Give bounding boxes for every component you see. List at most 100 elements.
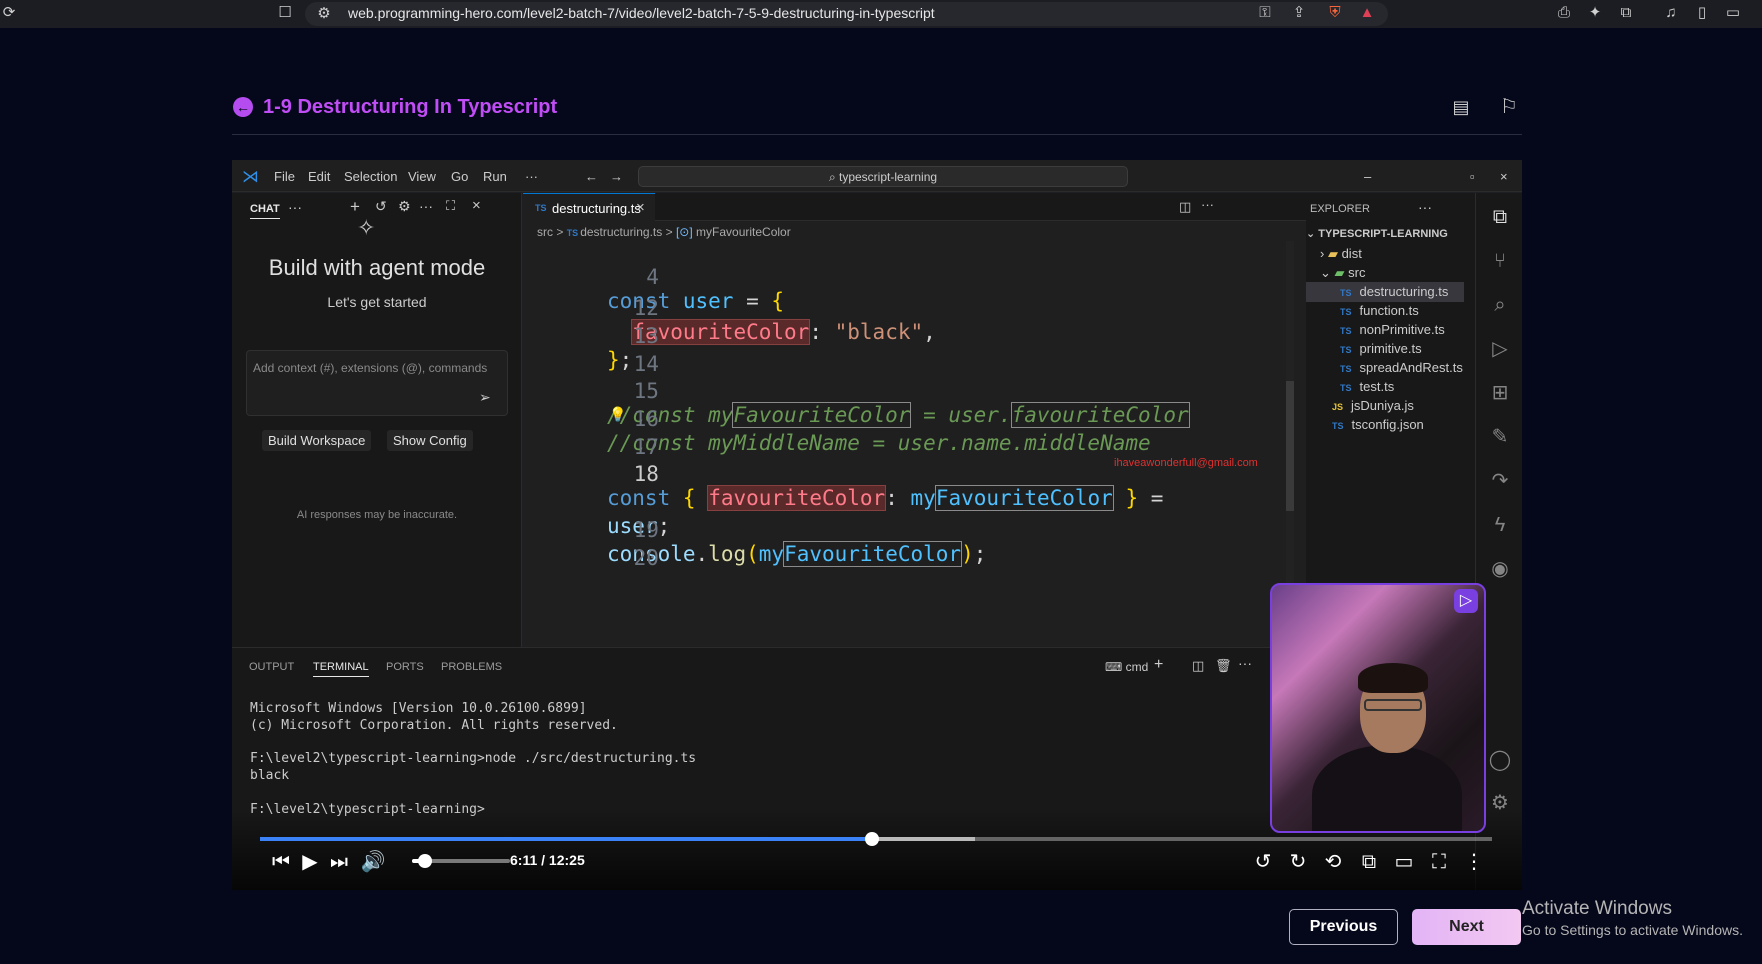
close-tab-icon[interactable]: ×: [636, 199, 645, 216]
maximize-icon[interactable]: ▫: [1470, 169, 1475, 184]
menu-view[interactable]: View: [408, 169, 436, 184]
code-editor[interactable]: TS destructuring.ts × ◫ ··· src > TS dest…: [523, 193, 1306, 647]
history-icon[interactable]: ↺: [375, 198, 387, 215]
chat-settings-icon[interactable]: ⚙: [398, 198, 411, 215]
tab-output[interactable]: OUTPUT: [249, 661, 294, 673]
run-debug-icon[interactable]: ▷: [1488, 337, 1512, 361]
skip-forward-icon[interactable]: ⏭: [326, 849, 352, 875]
menu-selection[interactable]: Selection: [344, 169, 397, 184]
file-test[interactable]: TS test.ts: [1340, 379, 1394, 394]
minimize-icon[interactable]: –: [1364, 169, 1371, 184]
menu-file[interactable]: File: [274, 169, 295, 184]
file-destructuring[interactable]: TS destructuring.ts: [1340, 284, 1448, 299]
skip-back-icon[interactable]: ⏮: [268, 849, 294, 875]
split-editor-icon[interactable]: ◫: [1179, 199, 1191, 215]
editor-tab[interactable]: TS destructuring.ts ×: [523, 193, 655, 221]
file-function[interactable]: TS function.ts: [1340, 303, 1419, 318]
build-workspace-button[interactable]: Build Workspace: [262, 430, 372, 451]
bookmark-video-icon[interactable]: ⚐: [1498, 96, 1520, 118]
new-chat-icon[interactable]: +: [350, 197, 360, 217]
bookmark-icon[interactable]: ☐: [276, 4, 294, 22]
menu-more[interactable]: ···: [525, 169, 538, 184]
lightbulb-icon[interactable]: 💡: [609, 407, 626, 423]
tab-terminal[interactable]: TERMINAL: [313, 661, 369, 677]
forward-10-icon[interactable]: ↻: [1285, 849, 1311, 875]
rewind-10-icon[interactable]: ↺: [1250, 849, 1276, 875]
maximize-chat-icon[interactable]: ⛶: [446, 198, 455, 214]
theater-mode-icon[interactable]: ▭: [1391, 849, 1417, 875]
command-center[interactable]: ⌕ typescript-learning: [638, 166, 1128, 187]
terminal-more-icon[interactable]: ···: [1238, 655, 1252, 671]
chat-more-icon[interactable]: ···: [288, 199, 302, 215]
editor-scrollbar[interactable]: [1286, 241, 1294, 641]
account-icon[interactable]: ◯: [1488, 748, 1512, 772]
wallet-icon[interactable]: ▭: [1724, 4, 1742, 22]
progress-bar[interactable]: [260, 832, 1492, 846]
tab-ports[interactable]: PORTS: [386, 661, 424, 673]
rewards-icon[interactable]: ▲: [1358, 4, 1376, 22]
github-icon[interactable]: ◉: [1488, 557, 1512, 581]
key-icon[interactable]: ⚿: [1256, 4, 1274, 22]
volume-icon[interactable]: 🔊: [360, 849, 386, 875]
file-spreadandrest[interactable]: TS spreadAndRest.ts: [1340, 360, 1463, 375]
next-button[interactable]: Next: [1412, 909, 1521, 945]
folder-dist[interactable]: › ▰ dist: [1320, 246, 1362, 262]
site-settings-icon[interactable]: ⚙: [315, 5, 333, 23]
breadcrumb-src[interactable]: src: [537, 225, 553, 239]
breadcrumb-file[interactable]: destructuring.ts: [580, 225, 662, 239]
trash-icon[interactable]: 🗑: [1215, 658, 1232, 674]
extensions-icon[interactable]: ✦: [1586, 4, 1604, 22]
volume-handle[interactable]: [417, 854, 432, 868]
search-panel-icon[interactable]: ⌕: [1488, 293, 1512, 317]
terminal-shell-label[interactable]: ⌨ cmd: [1105, 660, 1148, 674]
reload-icon[interactable]: ⟳: [0, 4, 18, 22]
close-window-icon[interactable]: ×: [1500, 169, 1508, 184]
forward-nav-icon[interactable]: →: [610, 169, 623, 184]
sidebar-icon[interactable]: ▯: [1693, 4, 1711, 22]
files-icon[interactable]: ⧉: [1488, 205, 1512, 229]
picture-in-picture-icon[interactable]: ⧉: [1356, 849, 1382, 875]
chat-tab[interactable]: CHAT: [250, 203, 280, 219]
breadcrumb-symbol[interactable]: myFavouriteColor: [696, 225, 791, 239]
chat-overflow-icon[interactable]: ···: [419, 198, 433, 214]
tab-problems[interactable]: PROBLEMS: [441, 661, 502, 673]
share-icon[interactable]: ⇪: [1290, 4, 1308, 22]
screenshot-icon[interactable]: ⧉: [1617, 4, 1635, 22]
previous-button[interactable]: Previous: [1289, 909, 1398, 945]
url-text[interactable]: web.programming-hero.com/level2-batch-7/…: [348, 5, 935, 21]
loop-icon[interactable]: ⟲: [1320, 849, 1346, 875]
extensions-panel-icon[interactable]: ⊞: [1488, 381, 1512, 405]
split-terminal-icon[interactable]: ◫: [1192, 658, 1204, 674]
send-icon[interactable]: ➢: [479, 389, 491, 406]
lightning-icon[interactable]: ϟ: [1488, 513, 1512, 537]
chat-input[interactable]: Add context (#), extensions (@), command…: [246, 350, 508, 416]
source-control-icon[interactable]: ⑂: [1488, 249, 1512, 273]
volume-slider[interactable]: [412, 854, 510, 868]
explorer-root[interactable]: ⌄ TYPESCRIPT-LEARNING: [1306, 227, 1448, 240]
folder-src[interactable]: ⌄ ▰ src: [1320, 265, 1365, 281]
fullscreen-icon[interactable]: ⛶: [1426, 849, 1452, 875]
more-options-icon[interactable]: ⋮: [1461, 849, 1487, 875]
printer-icon[interactable]: ⎙: [1555, 4, 1573, 22]
file-primitive[interactable]: TS primitive.ts: [1340, 341, 1422, 356]
remote-icon[interactable]: ↷: [1488, 469, 1512, 493]
music-icon[interactable]: ♫: [1662, 4, 1680, 22]
file-tsconfig[interactable]: TS tsconfig.json: [1332, 417, 1424, 432]
explorer-more-icon[interactable]: ···: [1418, 199, 1432, 215]
close-chat-icon[interactable]: ×: [472, 197, 481, 214]
back-arrow-icon[interactable]: ←: [233, 97, 253, 117]
notes-icon[interactable]: ▤: [1450, 96, 1472, 118]
menu-run[interactable]: Run: [483, 169, 507, 184]
brush-icon[interactable]: ✎: [1488, 425, 1512, 449]
file-nonprimitive[interactable]: TS nonPrimitive.ts: [1340, 322, 1445, 337]
back-nav-icon[interactable]: ←: [585, 169, 598, 184]
editor-more-icon[interactable]: ···: [1201, 197, 1214, 212]
progress-handle[interactable]: [864, 832, 879, 846]
menu-go[interactable]: Go: [451, 169, 468, 184]
play-icon[interactable]: ▶: [297, 849, 323, 875]
file-jsduniya[interactable]: JS jsDuniya.js: [1332, 398, 1414, 413]
show-config-button[interactable]: Show Config: [387, 430, 473, 451]
new-terminal-icon[interactable]: +: [1154, 656, 1163, 674]
menu-edit[interactable]: Edit: [308, 169, 330, 184]
brave-shield-icon[interactable]: ⛨: [1326, 4, 1344, 22]
